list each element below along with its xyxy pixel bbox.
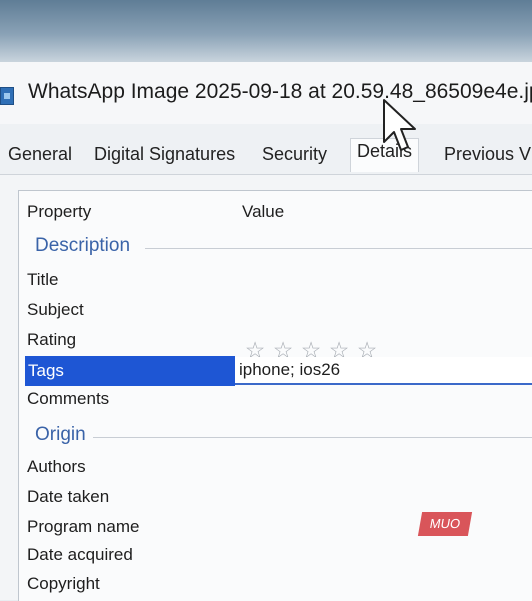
tab-bar: General Digital Signatures Security Deta… <box>0 124 532 175</box>
tab-digital-signatures[interactable]: Digital Signatures <box>94 144 235 165</box>
tab-previous-versions[interactable]: Previous V <box>444 144 531 165</box>
title-row: WhatsApp Image 2025-09-18 at 20.59.48_86… <box>0 62 532 125</box>
details-panel: Property Value Description Title Subject… <box>18 190 532 601</box>
image-file-icon <box>0 87 14 105</box>
section-divider <box>145 248 532 249</box>
tab-general[interactable]: General <box>8 144 72 165</box>
file-name-title: WhatsApp Image 2025-09-18 at 20.59.48_86… <box>28 80 532 103</box>
property-copyright[interactable]: Copyright <box>27 574 100 594</box>
muo-watermark: MUO <box>417 512 473 536</box>
property-comments[interactable]: Comments <box>27 389 109 409</box>
property-title[interactable]: Title <box>27 270 59 290</box>
tags-editor[interactable] <box>235 357 532 385</box>
section-description: Description <box>35 235 131 256</box>
tab-security[interactable]: Security <box>262 144 327 165</box>
property-tags: Tags <box>28 361 64 380</box>
tags-input[interactable] <box>239 360 489 380</box>
section-origin: Origin <box>35 424 86 445</box>
property-authors[interactable]: Authors <box>27 457 86 477</box>
property-subject[interactable]: Subject <box>27 300 84 320</box>
section-divider <box>93 437 532 438</box>
property-program-name[interactable]: Program name <box>27 517 139 537</box>
property-date-acquired[interactable]: Date acquired <box>27 545 133 565</box>
property-tags-selected[interactable]: Tags <box>25 356 235 386</box>
column-header-property[interactable]: Property <box>27 202 91 222</box>
column-header-value[interactable]: Value <box>242 202 284 222</box>
property-rating[interactable]: Rating <box>27 330 76 350</box>
property-date-taken[interactable]: Date taken <box>27 487 109 507</box>
background-blur <box>0 0 532 62</box>
mouse-pointer-icon <box>383 99 416 151</box>
